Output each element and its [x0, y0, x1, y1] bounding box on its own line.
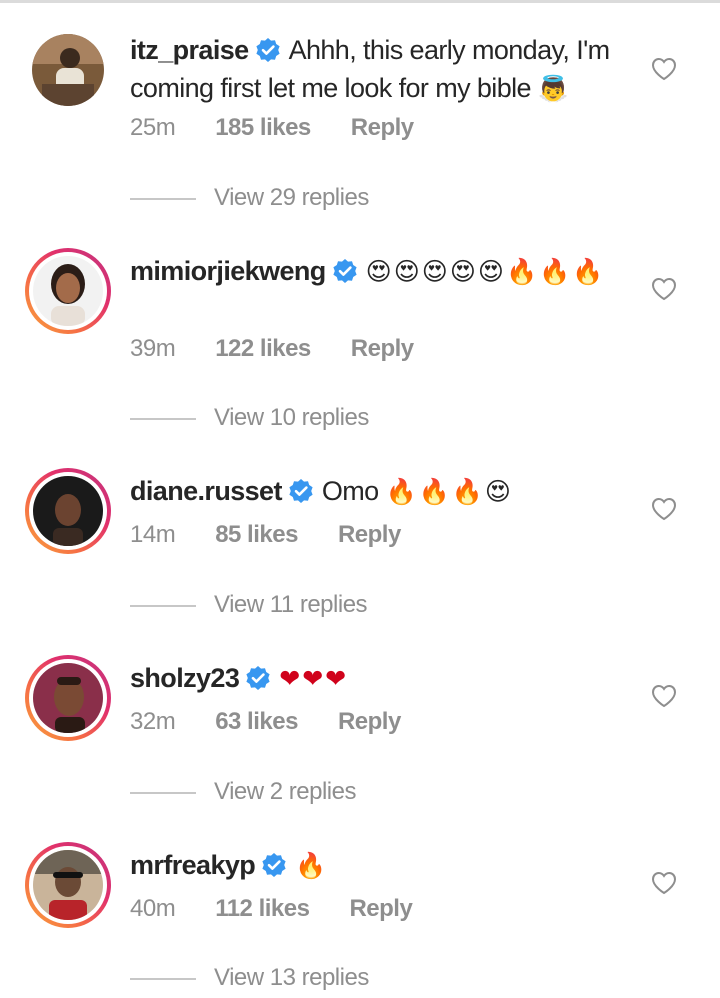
- avatar-photo: [33, 256, 103, 326]
- heart-outline-icon[interactable]: [651, 497, 677, 521]
- view-replies-button[interactable]: View 29 replies: [130, 184, 369, 212]
- verified-badge-icon: [255, 37, 281, 71]
- timestamp: 25m: [130, 114, 176, 141]
- comment-body: Omo: [321, 476, 379, 506]
- likes-count[interactable]: 122 likes: [215, 335, 311, 362]
- comment-meta: 39m 122 likes Reply: [130, 335, 454, 363]
- comment-meta: 40m 112 likes Reply: [130, 895, 452, 923]
- avatar-border: [29, 252, 107, 330]
- timestamp: 14m: [130, 521, 176, 548]
- verified-badge-icon: [261, 852, 287, 886]
- view-replies-button[interactable]: View 10 replies: [130, 404, 369, 432]
- comment-meta: 14m 85 likes Reply: [130, 521, 441, 549]
- username[interactable]: mimiorjiekweng: [130, 256, 326, 286]
- replies-divider-line: [130, 791, 196, 794]
- verified-badge-icon: [245, 665, 271, 699]
- replies-divider-line: [130, 417, 196, 420]
- avatar[interactable]: [25, 468, 111, 554]
- replies-divider-line: [130, 197, 196, 200]
- reply-button[interactable]: Reply: [351, 335, 414, 362]
- view-replies-label: View 10 replies: [214, 404, 369, 431]
- timestamp: 40m: [130, 895, 176, 922]
- avatar[interactable]: [25, 248, 111, 334]
- comment-emoji: 😍😍😍😍😍🔥🔥🔥: [365, 257, 606, 286]
- reply-button[interactable]: Reply: [349, 895, 412, 922]
- view-replies-button[interactable]: View 11 replies: [130, 591, 368, 619]
- username[interactable]: itz_praise: [130, 35, 249, 65]
- comment-emoji: 🔥: [295, 851, 329, 880]
- reply-button[interactable]: Reply: [338, 708, 401, 735]
- replies-divider-line: [130, 977, 196, 980]
- verified-badge-icon: [332, 258, 358, 292]
- replies-divider-line: [130, 604, 196, 607]
- heart-outline-icon[interactable]: [651, 277, 677, 301]
- timestamp: 39m: [130, 335, 176, 362]
- comment-text: mimiorjiekweng 😍😍😍😍😍🔥🔥🔥: [130, 254, 630, 292]
- heart-outline-icon[interactable]: [651, 684, 677, 708]
- comment-emoji: 🔥🔥🔥😍: [385, 477, 513, 506]
- username[interactable]: sholzy23: [130, 663, 240, 693]
- view-replies-button[interactable]: View 13 replies: [130, 964, 369, 992]
- comment-text: itz_praise Ahhh, this early monday, I'm c…: [130, 33, 630, 106]
- comment-text: mrfreakyp 🔥: [130, 848, 630, 886]
- view-replies-label: View 29 replies: [214, 184, 369, 211]
- avatar-border: [29, 472, 107, 550]
- view-replies-label: View 13 replies: [214, 964, 369, 991]
- avatar[interactable]: [25, 27, 111, 113]
- avatar[interactable]: [25, 842, 111, 928]
- avatar[interactable]: [25, 655, 111, 741]
- comment-emoji: ❤❤❤: [279, 664, 349, 693]
- heart-outline-icon[interactable]: [651, 871, 677, 895]
- comment-meta: 32m 63 likes Reply: [130, 708, 441, 736]
- avatar-photo: [33, 850, 103, 920]
- username[interactable]: diane.russet: [130, 476, 282, 506]
- likes-count[interactable]: 185 likes: [215, 114, 311, 141]
- likes-count[interactable]: 63 likes: [215, 708, 298, 735]
- comment-emoji: 👼: [537, 74, 571, 103]
- avatar-border: [29, 846, 107, 924]
- reply-button[interactable]: Reply: [351, 114, 414, 141]
- avatar-photo: [33, 476, 103, 546]
- avatar-photo: [33, 663, 103, 733]
- comment-text: diane.russet Omo 🔥🔥🔥😍: [130, 474, 630, 512]
- likes-count[interactable]: 112 likes: [215, 895, 310, 922]
- timestamp: 32m: [130, 708, 176, 735]
- comment-text: sholzy23 ❤❤❤: [130, 661, 630, 699]
- likes-count[interactable]: 85 likes: [215, 521, 298, 548]
- view-replies-button[interactable]: View 2 replies: [130, 778, 356, 806]
- avatar-border: [29, 659, 107, 737]
- avatar-photo: [32, 34, 104, 106]
- view-replies-label: View 11 replies: [214, 591, 368, 618]
- username[interactable]: mrfreakyp: [130, 850, 256, 880]
- view-replies-label: View 2 replies: [214, 778, 356, 805]
- reply-button[interactable]: Reply: [338, 521, 401, 548]
- top-divider: [0, 0, 720, 3]
- verified-badge-icon: [288, 478, 314, 512]
- heart-outline-icon[interactable]: [651, 57, 677, 81]
- comment-meta: 25m 185 likes Reply: [130, 114, 454, 142]
